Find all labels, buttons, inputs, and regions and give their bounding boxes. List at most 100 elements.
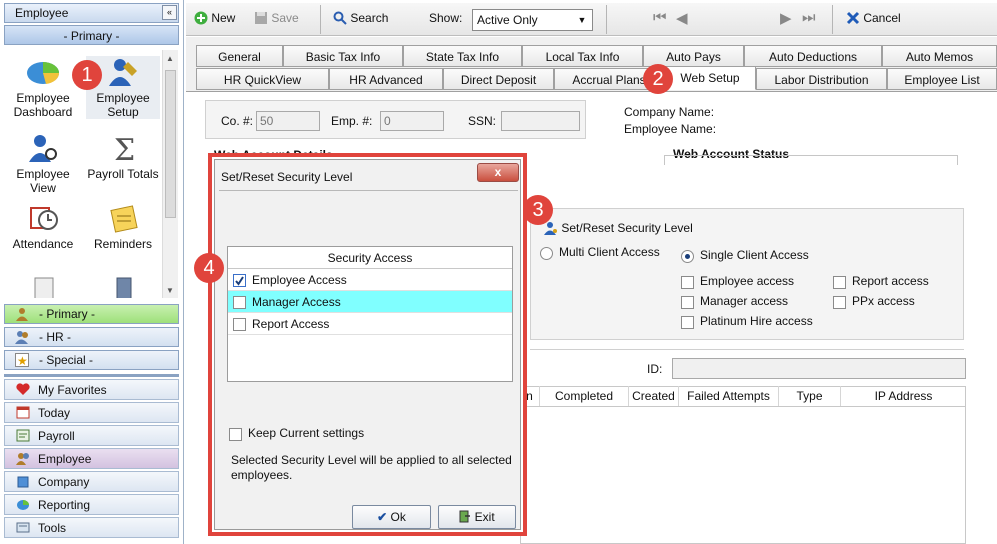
payroll-icon xyxy=(16,429,30,442)
tile-attendance[interactable]: Attendance xyxy=(6,202,80,251)
employee-access-checkbox[interactable] xyxy=(681,276,694,289)
manager-access-label: Manager access xyxy=(700,294,789,308)
tab-auto-deductions[interactable]: Auto Deductions xyxy=(744,45,882,67)
tab-local-tax-info[interactable]: Local Tax Info xyxy=(522,45,643,67)
divider xyxy=(4,374,179,377)
reminders-icon xyxy=(110,205,138,233)
column-header-ip-address[interactable]: IP Address xyxy=(841,386,966,406)
nav-tools[interactable]: Tools xyxy=(4,517,179,538)
ok-button[interactable]: ✔ Ok xyxy=(352,505,431,529)
exit-icon xyxy=(459,510,471,523)
tile-reminders[interactable]: Reminders xyxy=(86,202,160,251)
show-select[interactable]: Active Only ▼ xyxy=(472,9,593,31)
multi-client-radio[interactable] xyxy=(540,247,553,260)
step-badge-1: 1 xyxy=(72,60,102,90)
nav-payroll[interactable]: Payroll xyxy=(4,425,179,446)
tile-label: Attendance xyxy=(12,237,74,251)
cancel-button[interactable]: Cancel xyxy=(846,11,901,25)
tile-payroll-totals[interactable]: Σ Payroll Totals xyxy=(86,132,160,181)
search-button[interactable]: Search xyxy=(333,11,388,25)
nav-today[interactable]: Today xyxy=(4,402,179,423)
security-row-report[interactable]: Report Access xyxy=(228,313,512,335)
report-access-checkbox[interactable] xyxy=(233,318,246,331)
payroll-totals-icon: Σ xyxy=(114,133,135,164)
tile-employee-view[interactable]: Employee View xyxy=(6,132,80,195)
tab-hr-advanced[interactable]: HR Advanced xyxy=(329,68,443,90)
security-access-list: Security Access Employee Access Manager … xyxy=(227,246,513,382)
report-access-checkbox[interactable] xyxy=(833,276,846,289)
security-access-header[interactable]: Security Access xyxy=(228,247,512,269)
platinum-hire-label: Platinum Hire access xyxy=(700,314,813,328)
tile-more-2[interactable] xyxy=(86,272,160,298)
scroll-thumb[interactable] xyxy=(165,70,176,218)
single-client-radio[interactable] xyxy=(681,250,694,263)
nav-employee[interactable]: Employee xyxy=(4,448,179,469)
keep-current-label: Keep Current settings xyxy=(248,426,365,440)
sidebar-header: Employee « xyxy=(4,3,179,23)
collapse-icon[interactable]: « xyxy=(162,5,177,20)
svg-text:★: ★ xyxy=(17,354,28,367)
sidebar-title: Employee xyxy=(15,6,69,20)
tile-label: Payroll Totals xyxy=(87,167,159,181)
nav-reporting[interactable]: Reporting xyxy=(4,494,179,515)
co-field[interactable]: 50 xyxy=(256,111,320,131)
tab-state-tax-info[interactable]: State Tax Info xyxy=(403,45,522,67)
tab-general[interactable]: General xyxy=(196,45,283,67)
nav-company[interactable]: Company xyxy=(4,471,179,492)
set-reset-security-link[interactable]: Set/Reset Security Level xyxy=(544,221,693,235)
new-button[interactable]: New xyxy=(194,11,235,25)
tab-employee-list[interactable]: Employee List xyxy=(887,68,997,90)
previous-record-icon[interactable]: ◀ xyxy=(676,9,688,27)
nav-my-favorites[interactable]: My Favorites xyxy=(4,379,179,400)
scroll-down-icon[interactable]: ▼ xyxy=(166,286,174,295)
group-special[interactable]: ★ - Special - xyxy=(4,350,179,370)
id-field[interactable] xyxy=(672,358,966,379)
column-header-failed-attempts[interactable]: Failed Attempts xyxy=(679,386,779,406)
emp-field[interactable]: 0 xyxy=(380,111,444,131)
security-row-manager[interactable]: Manager Access xyxy=(228,291,512,313)
ppx-access-checkbox[interactable] xyxy=(833,296,846,309)
dialog-note: Selected Security Level will be applied … xyxy=(231,453,512,482)
group-primary[interactable]: - Primary - xyxy=(4,304,179,324)
next-record-icon[interactable]: ▶ xyxy=(780,9,792,27)
status-group xyxy=(664,155,958,165)
tile-scrollbar[interactable]: ▲ ▼ xyxy=(162,50,178,298)
scroll-up-icon[interactable]: ▲ xyxy=(166,54,174,63)
keep-current-checkbox[interactable] xyxy=(229,428,242,441)
tab-auto-memos[interactable]: Auto Memos xyxy=(882,45,997,67)
tab-web-setup[interactable]: Web Setup xyxy=(664,66,756,90)
attendance-icon xyxy=(30,207,58,230)
tab-basic-tax-info[interactable]: Basic Tax Info xyxy=(283,45,403,67)
step-badge-2: 2 xyxy=(643,64,673,94)
tab-hr-quickview[interactable]: HR QuickView xyxy=(196,68,329,90)
save-button[interactable]: Save xyxy=(254,11,299,25)
platinum-hire-checkbox[interactable] xyxy=(681,316,694,329)
save-label: Save xyxy=(271,11,299,25)
security-row-label: Employee Access xyxy=(252,273,347,287)
column-header-type[interactable]: Type xyxy=(779,386,841,406)
manager-access-checkbox[interactable] xyxy=(233,296,246,309)
tab-direct-deposit[interactable]: Direct Deposit xyxy=(443,68,554,90)
users-icon xyxy=(15,331,28,344)
first-record-icon[interactable]: ⏮ xyxy=(653,9,667,26)
last-record-icon[interactable]: ⏭ xyxy=(802,9,816,26)
column-header-completed[interactable]: Completed xyxy=(540,386,629,406)
emp-label: Emp. #: xyxy=(331,114,373,128)
manager-access-checkbox[interactable] xyxy=(681,296,694,309)
exit-button[interactable]: Exit xyxy=(438,505,516,529)
close-button[interactable]: x xyxy=(477,163,519,182)
employee-access-checkbox[interactable] xyxy=(233,274,246,287)
security-row-employee[interactable]: Employee Access xyxy=(228,269,512,291)
tab-labor-distribution[interactable]: Labor Distribution xyxy=(756,68,887,90)
employee-view-icon xyxy=(29,135,57,162)
employee-setup-icon xyxy=(109,59,137,86)
group-hr[interactable]: - HR - xyxy=(4,327,179,347)
tile-more-1[interactable] xyxy=(6,272,80,298)
column-header-created[interactable]: Created xyxy=(629,386,679,406)
set-reset-label: Set/Reset Security Level xyxy=(561,221,693,235)
ssn-field[interactable] xyxy=(501,111,580,131)
sidebar-section-header[interactable]: - Primary - xyxy=(4,25,179,45)
ppx-access-label: PPx access xyxy=(852,294,915,308)
tile-employee-dashboard[interactable]: Employee Dashboard xyxy=(6,56,80,119)
checkmark-icon xyxy=(235,276,244,286)
